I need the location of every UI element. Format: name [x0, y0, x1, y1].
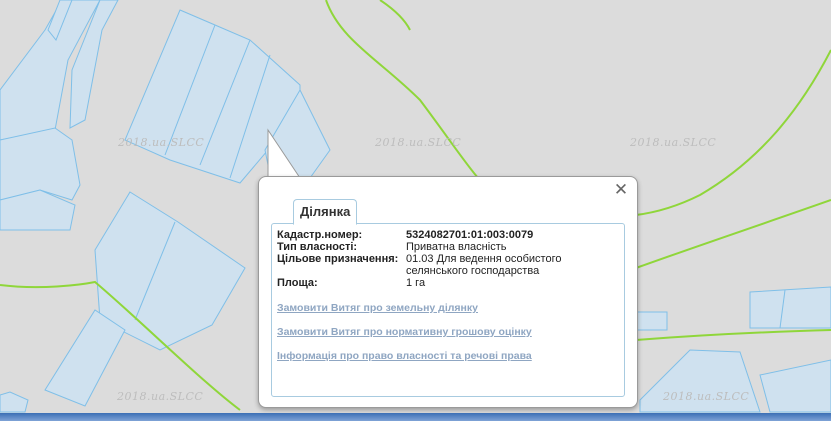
cadastral-value: 5324082701:01:003:0079 [406, 229, 534, 241]
parcel-info-popup: ✕ Ділянка Кадастр.номер: 5324082701:01:0… [258, 176, 638, 408]
watermark: 2018.ua.SLCC [630, 136, 717, 149]
parcel [749, 286, 831, 329]
purpose-label: Цільове призначення: [277, 253, 399, 265]
ownership-value: Приватна власність [406, 241, 507, 253]
parcel [635, 311, 668, 331]
purpose-value: 01.03 Для ведення особистого селянського… [406, 253, 562, 277]
area-label: Площа: [277, 277, 318, 289]
watermark: 2018.ua.SLCC [663, 390, 750, 403]
close-icon[interactable]: ✕ [613, 182, 629, 199]
order-parcel-extract-link[interactable]: Замовити Витяг про земельну ділянку [277, 302, 478, 314]
watermark: 2018.ua.SLCC [375, 136, 462, 149]
order-valuation-extract-link[interactable]: Замовити Витяг про нормативну грошову оц… [277, 326, 532, 338]
cadastral-label: Кадастр.номер: [277, 229, 363, 241]
parcel [0, 127, 81, 201]
watermark: 2018.ua.SLCC [118, 136, 205, 149]
ownership-info-link[interactable]: Інформація про право власності та речові… [277, 350, 532, 362]
area-value: 1 га [406, 277, 426, 289]
parcel-details-panel: Кадастр.номер: 5324082701:01:003:0079 Ти… [271, 223, 625, 397]
parcel-attributes-table: Кадастр.номер: 5324082701:01:003:0079 Ти… [277, 229, 576, 289]
tab-parcel[interactable]: Ділянка [293, 199, 358, 225]
window-bottom-bar [0, 413, 831, 421]
ownership-label: Тип власності: [277, 241, 358, 253]
watermark: 2018.ua.SLCC [117, 390, 204, 403]
